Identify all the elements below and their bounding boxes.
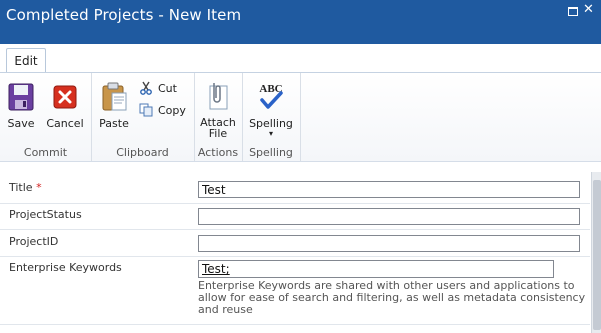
paste-icon: [98, 81, 130, 113]
copy-button[interactable]: Copy: [139, 101, 186, 119]
project-id-label: ProjectID: [9, 235, 59, 248]
paste-label: Paste: [99, 117, 129, 130]
actions-group-label: Actions: [197, 146, 239, 159]
tab-edit[interactable]: Edit: [6, 48, 46, 74]
cancel-label: Cancel: [46, 117, 84, 130]
maximize-icon[interactable]: [567, 5, 578, 16]
scrollbar-thumb[interactable]: [593, 180, 601, 330]
clipboard-group-label: Clipboard: [116, 146, 169, 159]
enterprise-keywords-row: Enterprise Keywords Test; Enterprise Key…: [0, 256, 590, 325]
title-row: Title *: [0, 173, 590, 204]
cut-button[interactable]: Cut: [139, 79, 177, 97]
save-icon: [5, 81, 37, 113]
spelling-group: ABC Spelling ▾ Spelling: [242, 73, 301, 161]
enterprise-keywords-label: Enterprise Keywords: [9, 261, 122, 274]
save-button[interactable]: Save: [2, 81, 40, 130]
keyword-token[interactable]: Test;: [202, 262, 230, 276]
commit-group-label: Commit: [23, 146, 68, 159]
commit-group: Save Cancel Commit: [0, 73, 92, 161]
attach-file-button[interactable]: Attach File: [199, 81, 237, 139]
save-label: Save: [7, 117, 35, 130]
spelling-icon: ABC: [255, 81, 287, 113]
project-id-row: ProjectID: [0, 229, 590, 257]
copy-icon: [139, 103, 153, 117]
spelling-dropdown-arrow[interactable]: ▾: [248, 130, 294, 138]
project-id-field[interactable]: [198, 235, 580, 252]
paste-button[interactable]: Paste: [97, 81, 131, 130]
close-icon[interactable]: ✕: [583, 3, 594, 16]
enterprise-keywords-hint: Enterprise Keywords are shared with othe…: [198, 279, 586, 316]
title-field[interactable]: [198, 181, 580, 198]
title-label: Title *: [9, 181, 42, 194]
project-status-row: ProjectStatus: [0, 203, 590, 230]
attach-file-icon: [202, 81, 234, 113]
title-label-text: Title: [9, 181, 33, 194]
attach-label-line2: File: [208, 127, 228, 140]
project-status-label: ProjectStatus: [9, 208, 82, 221]
cancel-icon: [49, 81, 81, 113]
vertical-scrollbar[interactable]: [591, 172, 601, 333]
required-marker: *: [36, 181, 42, 194]
spelling-button[interactable]: ABC Spelling ▾: [248, 81, 294, 138]
window-title: Completed Projects - New Item: [6, 6, 242, 24]
cancel-button[interactable]: Cancel: [44, 81, 86, 130]
window-title-bar: Completed Projects - New Item ✕: [0, 0, 601, 44]
ribbon: Save Cancel Commit Paste Cut Copy Clipbo…: [0, 72, 601, 162]
cut-label: Cut: [158, 81, 177, 95]
project-status-field[interactable]: [198, 208, 580, 225]
enterprise-keywords-field[interactable]: Test;: [198, 260, 554, 278]
cut-icon: [139, 81, 153, 95]
actions-group: Attach File Actions: [194, 73, 243, 161]
clipboard-group: Paste Cut Copy Clipboard: [91, 73, 195, 161]
spelling-group-label: Spelling: [249, 146, 293, 159]
copy-label: Copy: [158, 103, 186, 117]
